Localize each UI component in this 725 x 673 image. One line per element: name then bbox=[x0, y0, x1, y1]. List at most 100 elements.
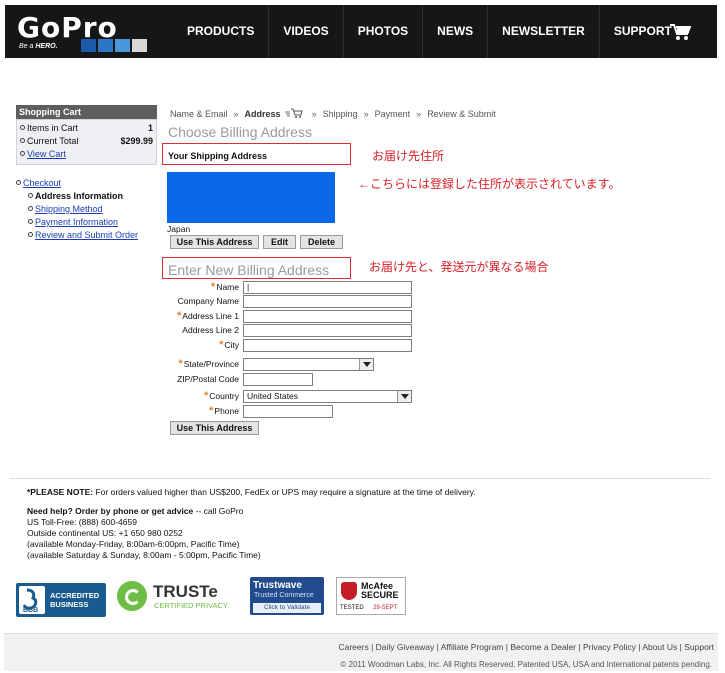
logo-square bbox=[81, 39, 96, 52]
footer-daily-giveaway[interactable]: Daily Giveaway bbox=[376, 642, 435, 652]
bbb-badge[interactable]: BBB ACCREDITED BUSINESS bbox=[16, 583, 106, 617]
name-input[interactable]: | bbox=[243, 280, 412, 294]
footer-privacy[interactable]: Privacy Policy bbox=[583, 642, 636, 652]
site-footer: Careers | Daily Giveaway | Affiliate Pro… bbox=[4, 633, 718, 671]
required-star: * bbox=[178, 358, 183, 370]
signature-note: *PLEASE NOTE: For orders valued higher t… bbox=[27, 487, 476, 498]
shopping-cart-title: Shopping Cart bbox=[16, 105, 157, 119]
mcafee-badge[interactable]: McAfee SECURE TESTED 29-SEPT bbox=[336, 577, 406, 615]
current-total-label: Current Total bbox=[27, 136, 79, 146]
different-address-note: お届け先と、発送元が異なる場合 bbox=[369, 260, 549, 274]
country-select[interactable]: United States bbox=[243, 389, 412, 403]
main-nav: PRODUCTS VIDEOS PHOTOS NEWS NEWSLETTER S… bbox=[173, 5, 686, 58]
items-in-cart-row: Items in Cart 1 bbox=[20, 122, 153, 135]
address1-input[interactable] bbox=[243, 309, 412, 323]
bullet-icon bbox=[28, 193, 33, 198]
submit-new-address-button[interactable]: Use This Address bbox=[170, 421, 259, 435]
delete-button[interactable]: Delete bbox=[300, 235, 343, 249]
footer-careers[interactable]: Careers bbox=[338, 642, 368, 652]
crumb-shipping: Shipping bbox=[322, 109, 358, 119]
state-select[interactable] bbox=[243, 357, 374, 371]
shipping-address-block bbox=[167, 172, 335, 223]
city-input[interactable] bbox=[243, 338, 412, 352]
trustwave-badge[interactable]: Trustwave Trusted Commerce Click to Vali… bbox=[250, 577, 324, 615]
weekend-hours-line: (available Saturday & Sunday, 8:00am - 5… bbox=[27, 550, 261, 560]
bullet-icon bbox=[20, 151, 25, 156]
address2-label: Address Line 2 bbox=[182, 325, 239, 335]
note-bold: *PLEASE NOTE: bbox=[27, 487, 94, 497]
truste-badge[interactable]: TRUSTe CERTIFIED PRIVACY bbox=[117, 577, 243, 613]
bullet-icon bbox=[28, 232, 33, 237]
footer-affiliate[interactable]: Affiliate Program bbox=[441, 642, 504, 652]
name-row: *Name | bbox=[163, 280, 412, 294]
crumb-name-email: Name & Email bbox=[170, 109, 228, 119]
country-value: United States bbox=[247, 390, 299, 401]
help-bold: Need help? Order by phone or get advice bbox=[27, 506, 194, 516]
footer-about[interactable]: About Us bbox=[642, 642, 677, 652]
mcafee-shield-icon bbox=[341, 582, 357, 600]
company-input[interactable] bbox=[243, 294, 412, 308]
view-cart-link[interactable]: View Cart bbox=[27, 149, 66, 159]
checkout-link[interactable]: Checkout bbox=[23, 178, 61, 188]
address-country: Japan bbox=[167, 224, 191, 234]
new-billing-title: Enter New Billing Address bbox=[168, 262, 330, 278]
nav-photos[interactable]: PHOTOS bbox=[342, 5, 422, 58]
step-address-information: Address Information bbox=[35, 191, 124, 201]
edit-button[interactable]: Edit bbox=[263, 235, 296, 249]
checkout-breadcrumb: Name & Email» Address » Shipping» Payment» R… bbox=[170, 108, 496, 119]
state-label: State/Province bbox=[183, 359, 239, 369]
zip-input[interactable] bbox=[243, 372, 313, 386]
cart-icon[interactable] bbox=[669, 23, 691, 41]
items-in-cart-value: 1 bbox=[147, 123, 153, 133]
choose-billing-title: Choose Billing Address bbox=[168, 124, 312, 140]
address1-row: *Address Line 1 bbox=[163, 309, 412, 323]
logo-tagline: Be a HERO. bbox=[19, 43, 58, 50]
country-label: Country bbox=[209, 391, 239, 401]
bullet-icon bbox=[16, 180, 21, 185]
dropdown-arrow-icon[interactable] bbox=[397, 390, 411, 402]
use-this-address-button[interactable]: Use This Address bbox=[170, 235, 259, 249]
zip-row: ZIP/Postal Code bbox=[163, 372, 313, 386]
checkout-steps: Checkout Address Information Shipping Me… bbox=[16, 177, 157, 242]
truste-name: TRUSTe bbox=[153, 582, 218, 601]
city-row: *City bbox=[163, 338, 412, 352]
site-header: GoPro Be a HERO. PRODUCTS VIDEOS PHOTOS … bbox=[5, 5, 717, 58]
bbb-logo-text: BBB bbox=[23, 607, 38, 614]
nav-newsletter[interactable]: NEWSLETTER bbox=[487, 5, 599, 58]
bullet-icon bbox=[20, 138, 25, 143]
gopro-logo[interactable]: GoPro Be a HERO. bbox=[5, 5, 165, 58]
mcafee-secure: SECURE bbox=[361, 590, 399, 600]
bullet-icon bbox=[28, 206, 33, 211]
company-row: Company Name bbox=[163, 294, 412, 308]
step-review-submit[interactable]: Review and Submit Order bbox=[35, 230, 138, 240]
trustwave-sub: Trusted Commerce bbox=[254, 592, 314, 599]
footer-links: Careers | Daily Giveaway | Affiliate Pro… bbox=[338, 642, 714, 652]
required-star: * bbox=[219, 339, 224, 351]
dropdown-arrow-icon[interactable] bbox=[359, 358, 373, 370]
phone-row: *Phone bbox=[163, 404, 333, 418]
trustwave-name: Trustwave bbox=[253, 580, 302, 591]
shipping-address-label: Your Shipping Address bbox=[168, 151, 268, 161]
notes-divider bbox=[10, 478, 710, 479]
address2-input[interactable] bbox=[243, 323, 412, 337]
trustwave-cta[interactable]: Click to Validate bbox=[253, 603, 321, 613]
cart-summary: Items in Cart 1 Current Total $299.99 Vi… bbox=[16, 119, 157, 165]
phone-input[interactable] bbox=[243, 404, 333, 418]
footer-dealer[interactable]: Become a Dealer bbox=[510, 642, 576, 652]
help-block: Need help? Order by phone or get advice … bbox=[27, 506, 261, 561]
mcafee-tested: TESTED bbox=[340, 605, 364, 611]
crumb-address: Address bbox=[244, 109, 281, 119]
footer-support[interactable]: Support bbox=[684, 642, 714, 652]
cart-arrow-icon bbox=[285, 108, 303, 118]
help-text: -- call GoPro bbox=[193, 506, 244, 516]
shipping-address-highlight: Your Shipping Address bbox=[162, 143, 351, 165]
nav-videos[interactable]: VIDEOS bbox=[268, 5, 342, 58]
step-payment-information[interactable]: Payment Information bbox=[35, 217, 118, 227]
bbb-text: ACCREDITED BUSINESS bbox=[50, 591, 100, 609]
delivery-address-note: お届け先住所 bbox=[372, 149, 445, 163]
note-text: For orders valued higher than US$200, Fe… bbox=[93, 487, 476, 497]
nav-products[interactable]: PRODUCTS bbox=[173, 5, 268, 58]
country-row: *Country United States bbox=[163, 389, 412, 403]
step-shipping-method[interactable]: Shipping Method bbox=[35, 204, 103, 214]
nav-news[interactable]: NEWS bbox=[422, 5, 487, 58]
